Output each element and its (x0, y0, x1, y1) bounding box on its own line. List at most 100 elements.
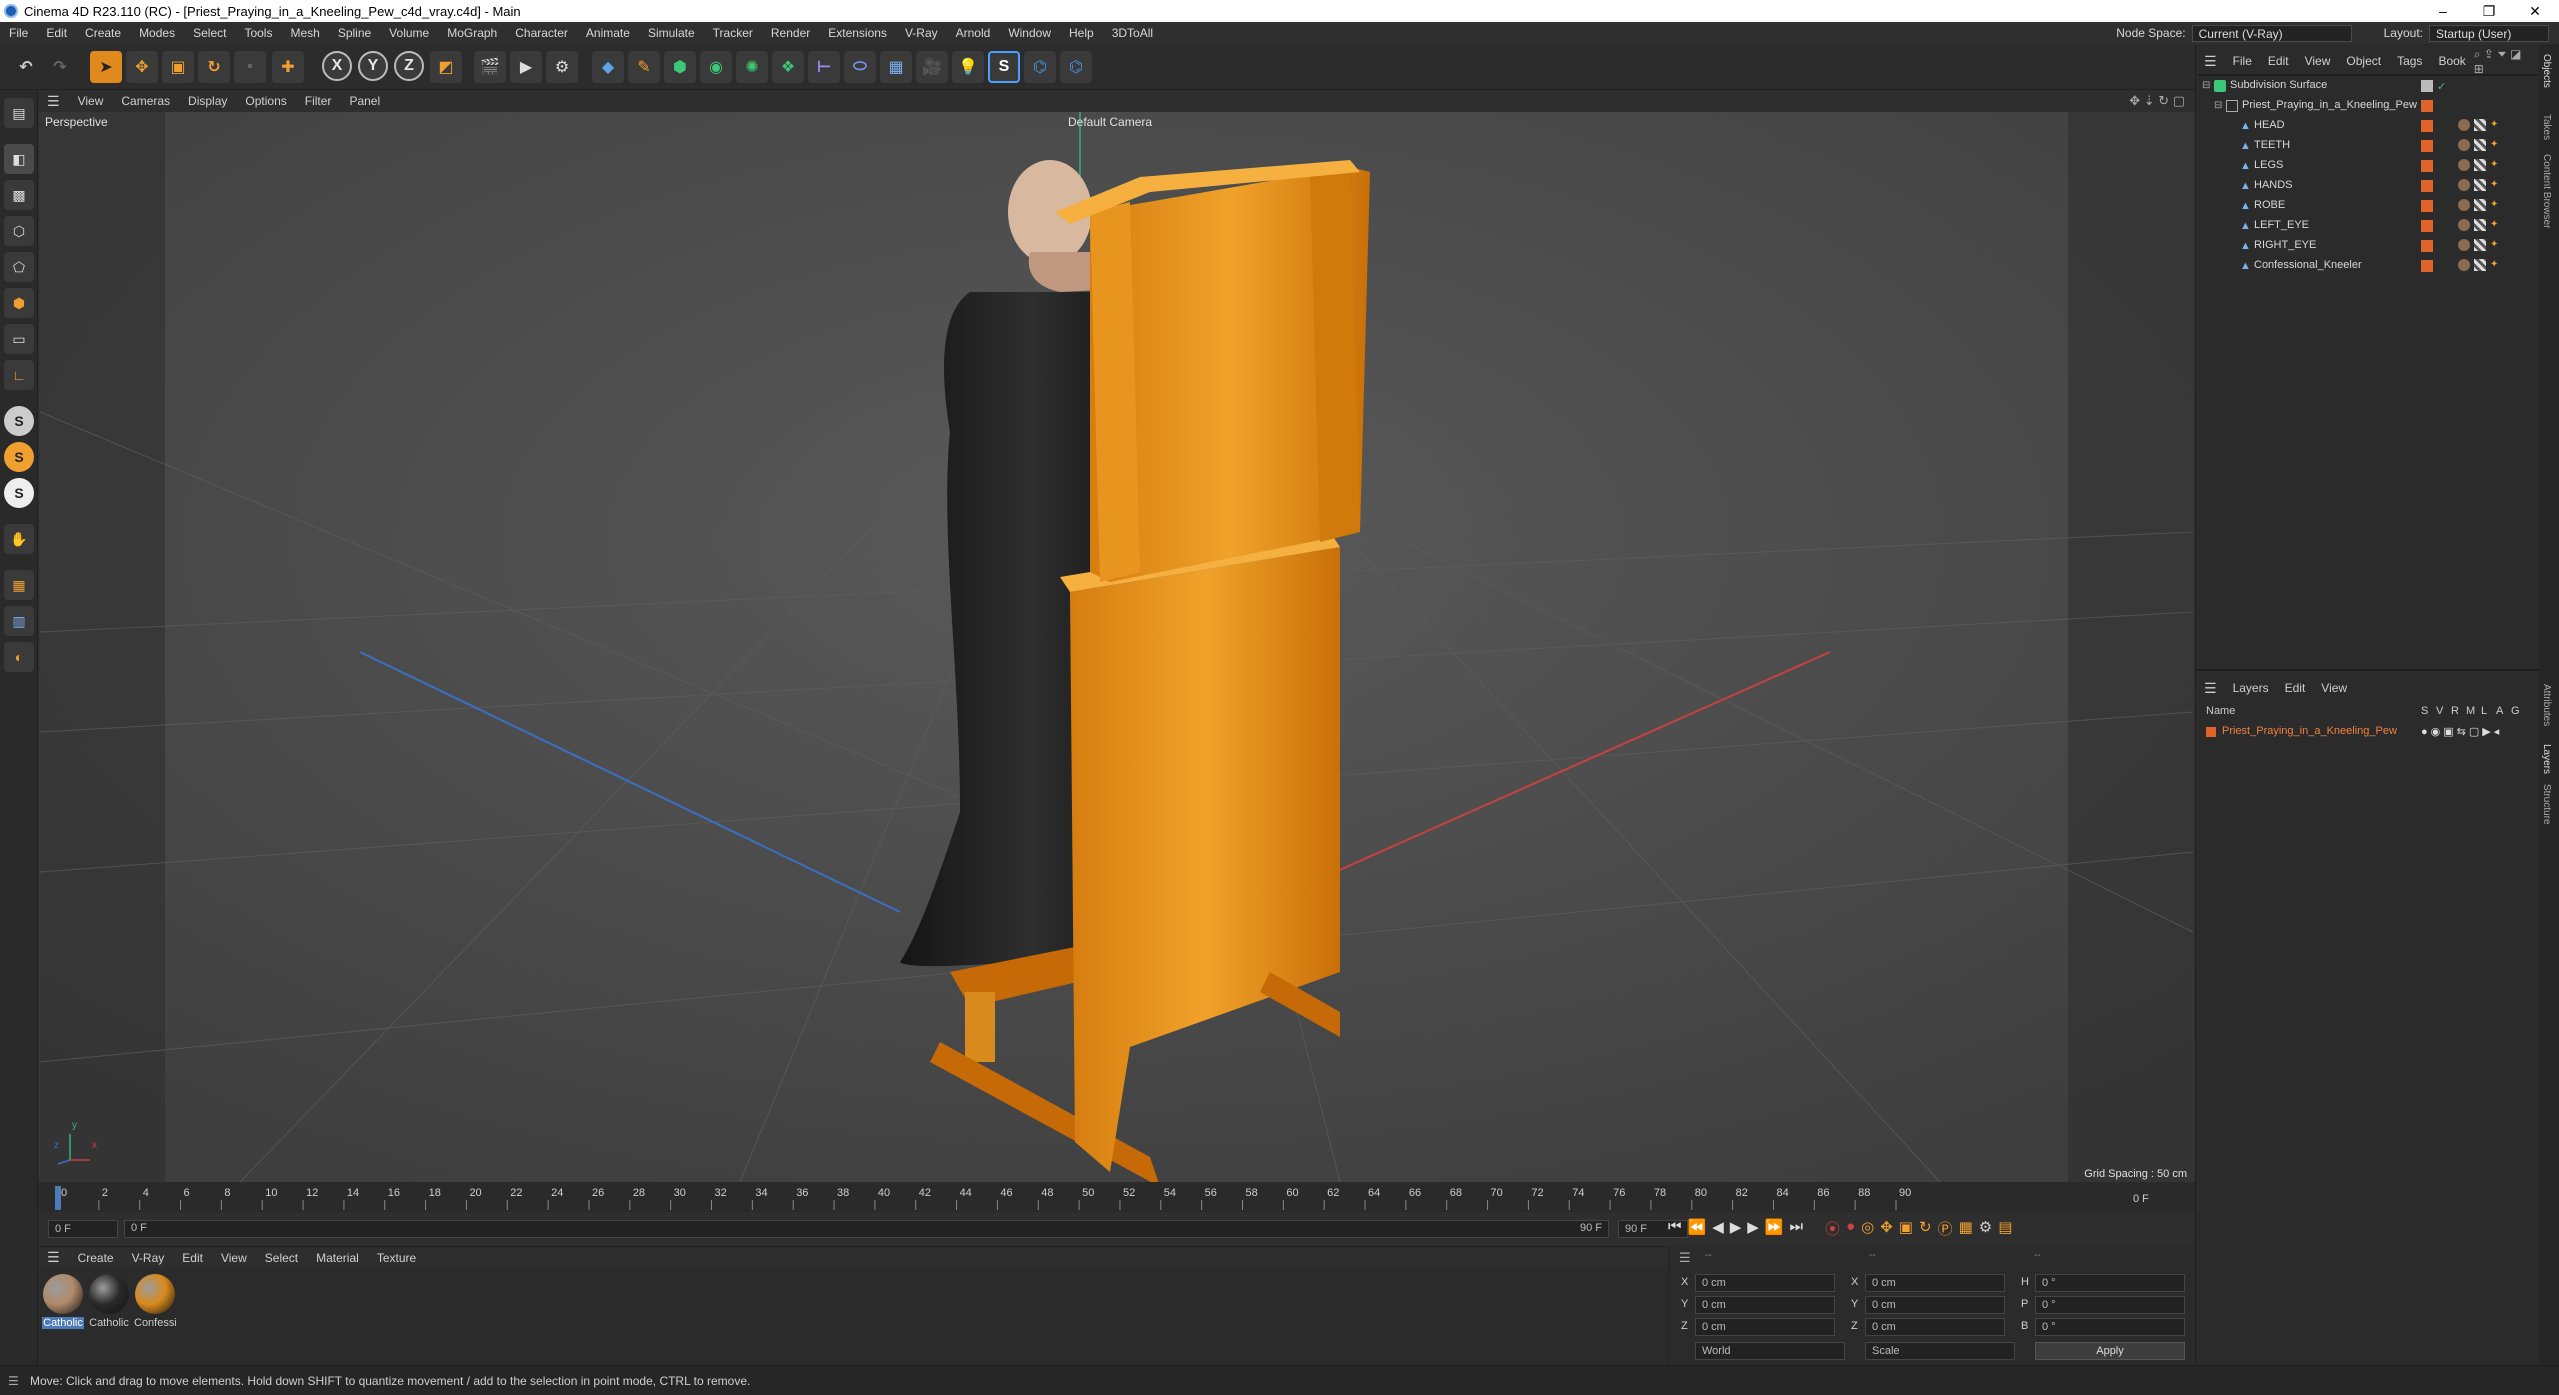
coord-pos-x-field[interactable]: 0 cm (1695, 1274, 1835, 1292)
last-tool-icon[interactable]: ▪ (234, 51, 266, 83)
start-frame-field[interactable]: 0 F (48, 1220, 118, 1238)
tab-content-browser[interactable]: Content Browser (2541, 154, 2552, 228)
layout-dropdown[interactable]: Startup (User) (2429, 24, 2549, 42)
motion-system-icon[interactable]: ⚙ (1979, 1218, 1992, 1242)
menu-spline[interactable]: Spline (329, 22, 380, 44)
material-swatch[interactable]: Catholic (42, 1274, 84, 1329)
mograph-icon[interactable]: ❖ (772, 51, 804, 83)
frame-range-slider[interactable]: 0 F 90 F (124, 1220, 1609, 1238)
python-script-icon[interactable]: ⌬ (1060, 51, 1092, 83)
layer-menu-view[interactable]: View (2313, 681, 2355, 695)
object-menu-object[interactable]: Object (2338, 54, 2389, 68)
coord-size-z-field[interactable]: 0 cm (1865, 1318, 2005, 1336)
deformer-icon[interactable]: ⊢ (808, 51, 840, 83)
tab-structure[interactable]: Structure (2541, 784, 2552, 825)
menu-vray[interactable]: V-Ray (896, 22, 947, 44)
menu-simulate[interactable]: Simulate (639, 22, 704, 44)
make-editable-icon[interactable]: ▤ (4, 98, 34, 128)
keyframe-icon[interactable]: ◎ (1861, 1218, 1874, 1242)
minimize-button[interactable]: – (2420, 0, 2466, 22)
cloner-icon[interactable]: ✺ (736, 51, 768, 83)
material-tag-icon[interactable] (2458, 119, 2470, 131)
coord-rot-b-field[interactable]: 0 ° (2035, 1318, 2185, 1336)
material-menu-select[interactable]: Select (256, 1251, 307, 1265)
timeline-current-frame[interactable]: 0 F (2133, 1193, 2149, 1205)
material-menu-edit[interactable]: Edit (173, 1251, 212, 1265)
material-menu-view[interactable]: View (212, 1251, 256, 1265)
subdivision-icon[interactable]: ⬢ (664, 51, 696, 83)
uvw-tag-icon[interactable] (2474, 259, 2486, 271)
snap-s-button-1[interactable]: S (4, 406, 34, 436)
menu-render[interactable]: Render (762, 22, 819, 44)
menu-mesh[interactable]: Mesh (281, 22, 328, 44)
viewport-menu-view[interactable]: View (69, 94, 113, 108)
pla-key-icon[interactable]: ▦ (1959, 1218, 1973, 1242)
layer-menu-layers[interactable]: Layers (2225, 681, 2277, 695)
coord-pos-y-field[interactable]: 0 cm (1695, 1296, 1835, 1314)
coord-rot-p-field[interactable]: 0 ° (2035, 1296, 2185, 1314)
viewport-menu-cameras[interactable]: Cameras (112, 94, 179, 108)
go-to-end-icon[interactable]: ⏭ (1790, 1218, 1804, 1242)
menu-3dtoall[interactable]: 3DToAll (1103, 22, 1162, 44)
viewport-camera-name[interactable]: Default Camera (1068, 115, 1152, 129)
node-space-dropdown[interactable]: Current (V-Ray) (2191, 24, 2352, 42)
tab-attributes[interactable]: Attributes (2541, 684, 2552, 726)
uvw-tag-icon[interactable] (2474, 219, 2486, 231)
viewport-menu-panel[interactable]: Panel (340, 94, 389, 108)
collapse-arrow-icon[interactable]: ⊟ (2202, 80, 2214, 92)
object-menu-bookmarks[interactable]: Book (2430, 54, 2473, 68)
timeline-ruler[interactable]: 0 2 4 6 8 10 12 14 16 18 20 22 24 26 28 30 32 34 36 38 40 42 4… (38, 1182, 2195, 1212)
menu-edit[interactable]: Edit (37, 22, 76, 44)
material-tag-icon[interactable] (2458, 159, 2470, 171)
x-axis-lock-button[interactable]: X (322, 51, 352, 81)
selection-tag-icon[interactable]: ✦ (2490, 179, 2502, 191)
material-swatch[interactable]: Catholic (88, 1274, 130, 1329)
light-icon[interactable]: 💡 (952, 51, 984, 83)
menu-mograph[interactable]: MoGraph (438, 22, 506, 44)
object-row[interactable]: ▲ LEGS ✦ (2196, 156, 2540, 176)
object-menu-view[interactable]: View (2297, 54, 2339, 68)
object-row[interactable]: ▲ LEFT_EYE ✦ (2196, 216, 2540, 236)
render-region-icon[interactable]: 🎬 (474, 51, 506, 83)
tab-takes[interactable]: Takes (2541, 114, 2552, 140)
timeline-playhead[interactable] (55, 1186, 61, 1210)
layer-color-swatch[interactable] (2206, 727, 2216, 737)
layer-row[interactable]: Priest_Praying_in_a_Kneeling_Pew ●◉▣⇆▢▶◂ (2196, 723, 2540, 741)
viewport-nav-icons[interactable]: ✥ ⇣ ↻ ▢ (2129, 93, 2185, 109)
uvw-tag-icon[interactable] (2474, 159, 2486, 171)
menu-modes[interactable]: Modes (130, 22, 184, 44)
move-tool-icon[interactable]: ✥ (126, 51, 158, 83)
menu-window[interactable]: Window (999, 22, 1060, 44)
layer-menu-icon[interactable]: ☰ (2196, 680, 2225, 697)
menu-tracker[interactable]: Tracker (704, 22, 762, 44)
3d-viewport[interactable]: Perspective Default Camera Grid Spacing … (40, 112, 2193, 1182)
next-frame-icon[interactable]: ▶ (1747, 1218, 1759, 1242)
menu-file[interactable]: File (0, 22, 37, 44)
previous-frame-icon[interactable]: ◀ (1712, 1218, 1724, 1242)
material-tag-icon[interactable] (2458, 139, 2470, 151)
uvw-tag-icon[interactable] (2474, 119, 2486, 131)
collapse-arrow-icon[interactable]: ⊟ (2214, 100, 2226, 112)
object-row[interactable]: ▲ RIGHT_EYE ✦ (2196, 236, 2540, 256)
object-row[interactable]: ▲ Confessional_Kneeler ✦ (2196, 256, 2540, 276)
workplane-icon[interactable]: ▥ (4, 606, 34, 636)
texture-mode-icon[interactable]: ▩ (4, 180, 34, 210)
redo-icon[interactable]: ↷ (44, 51, 76, 83)
material-menu-vray[interactable]: V-Ray (123, 1251, 174, 1265)
live-selection-icon[interactable]: ➤ (90, 51, 122, 83)
extrude-generator-icon[interactable]: ◉ (700, 51, 732, 83)
material-tag-icon[interactable] (2458, 219, 2470, 231)
brush-icon[interactable]: ✋ (4, 524, 34, 554)
previous-key-icon[interactable]: ⏪ (1688, 1218, 1707, 1242)
python-icon[interactable]: ⌬ (1024, 51, 1056, 83)
move-key-icon[interactable]: ✥ (1880, 1218, 1893, 1242)
field-icon[interactable]: ⬭ (844, 51, 876, 83)
uvw-tag-icon[interactable] (2474, 239, 2486, 251)
undo-icon[interactable]: ↶ (10, 51, 42, 83)
selection-tag-icon[interactable]: ✦ (2490, 259, 2502, 271)
play-icon[interactable]: ▶ (1730, 1218, 1742, 1242)
uv-mode-icon[interactable]: ▭ (4, 324, 34, 354)
uvw-tag-icon[interactable] (2474, 139, 2486, 151)
grid-snap-icon[interactable]: ▦ (4, 570, 34, 600)
material-tag-icon[interactable] (2458, 239, 2470, 251)
